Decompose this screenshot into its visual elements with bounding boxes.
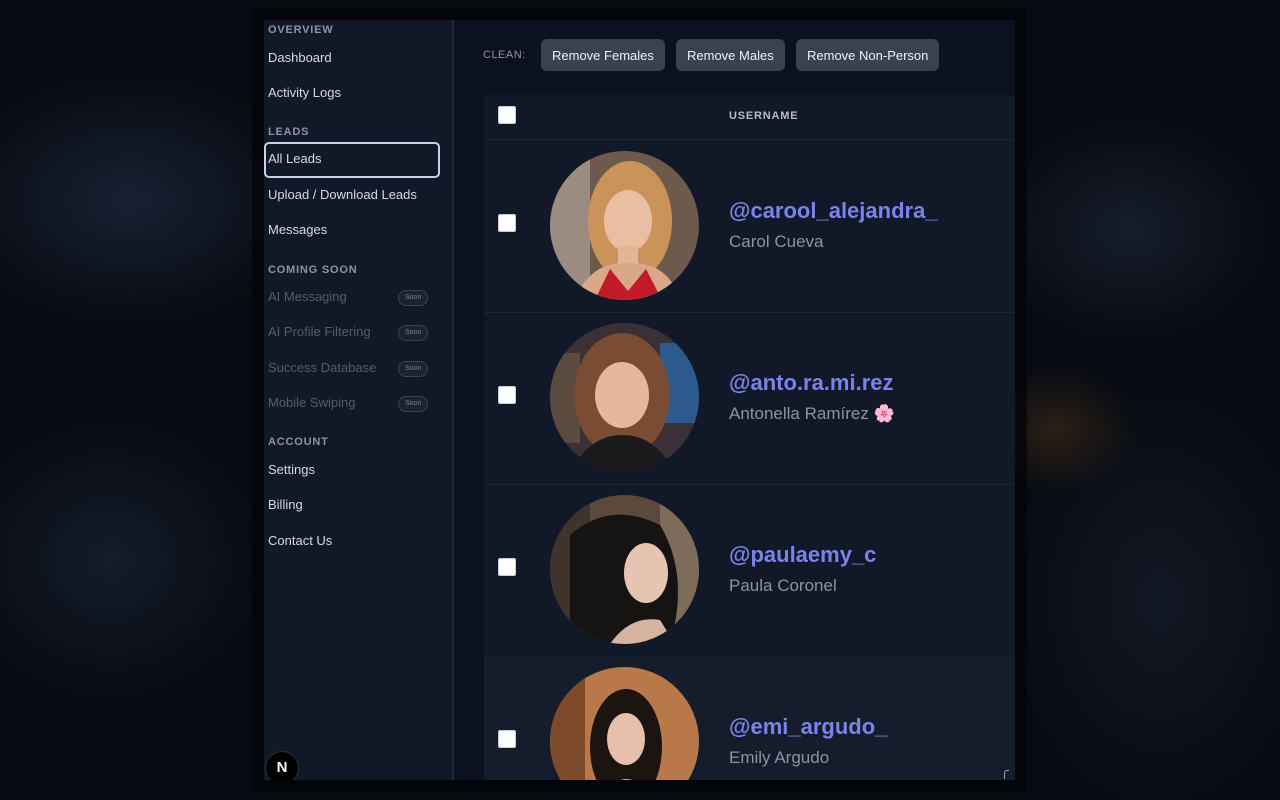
sidebar-item-settings[interactable]: Settings xyxy=(264,453,440,487)
table-row[interactable]: @carool_alejandra_ Carol Cueva xyxy=(484,140,1015,313)
lead-fullname: Carol Cueva xyxy=(729,232,824,251)
sidebar-item-ai-profile-filtering: AI Profile Filtering Soon xyxy=(264,315,440,349)
sidebar-item-contact-us[interactable]: Contact Us xyxy=(264,524,440,558)
remove-females-button[interactable]: Remove Females xyxy=(541,39,665,71)
sidebar-item-upload-download-leads[interactable]: Upload / Download Leads xyxy=(264,178,440,212)
avatar xyxy=(550,323,699,472)
lead-fullname: Antonella Ramírez 🌸 xyxy=(729,404,895,423)
sidebar-item-success-database: Success Database Soon xyxy=(264,351,440,385)
column-header-username: USERNAME xyxy=(729,110,799,122)
table-row[interactable]: @paulaemy_c Paula Coronel xyxy=(484,484,1015,657)
table-row[interactable]: @emi_argudo_ Emily Argudo xyxy=(484,656,1015,780)
sidebar-item-messages[interactable]: Messages xyxy=(264,213,440,247)
lead-fullname: Emily Argudo xyxy=(729,748,830,767)
sidebar-item-dashboard[interactable]: Dashboard xyxy=(264,41,440,75)
table-row[interactable]: @anto.ra.mi.rez Antonella Ramírez 🌸 xyxy=(484,312,1015,485)
select-all-checkbox[interactable] xyxy=(498,106,516,124)
main-content: CLEAN: Remove Females Remove Males Remov… xyxy=(454,20,1015,780)
soon-badge: Soon xyxy=(398,325,429,341)
avatar xyxy=(550,151,699,300)
lead-username[interactable]: @carool_alejandra_ xyxy=(729,198,938,224)
soon-badge: Soon xyxy=(398,290,429,306)
sidebar-item-activity-logs[interactable]: Activity Logs xyxy=(264,76,440,110)
sidebar-item-mobile-swiping: Mobile Swiping Soon xyxy=(264,386,440,420)
sidebar-item-ai-messaging: AI Messaging Soon xyxy=(264,280,440,314)
avatar xyxy=(550,495,699,644)
section-overview: OVERVIEW xyxy=(268,24,334,36)
nextjs-logo-icon[interactable]: N xyxy=(265,751,299,780)
row-checkbox[interactable] xyxy=(498,558,516,576)
lead-fullname: Paula Coronel xyxy=(729,576,837,595)
section-leads: LEADS xyxy=(268,126,310,138)
remove-males-button[interactable]: Remove Males xyxy=(676,39,785,71)
avatar xyxy=(550,667,699,780)
row-checkbox[interactable] xyxy=(498,386,516,404)
leads-table: USERNAME @carool_alejandra_ Carol Cueva … xyxy=(484,95,1015,780)
scrollbar-indicator[interactable] xyxy=(1004,770,1009,779)
sidebar-item-label: AI Messaging xyxy=(268,289,347,304)
table-header: USERNAME xyxy=(484,95,1015,140)
row-checkbox[interactable] xyxy=(498,730,516,748)
soon-badge: Soon xyxy=(398,361,429,377)
sidebar-item-all-leads[interactable]: All Leads xyxy=(264,142,440,178)
app-window: OVERVIEW Dashboard Activity Logs LEADS A… xyxy=(264,20,1015,780)
lead-username[interactable]: @anto.ra.mi.rez xyxy=(729,370,894,396)
clean-label: CLEAN: xyxy=(483,49,526,61)
lead-username[interactable]: @paulaemy_c xyxy=(729,542,876,568)
sidebar-item-label: Mobile Swiping xyxy=(268,395,356,410)
section-coming-soon: COMING SOON xyxy=(268,264,358,276)
remove-non-person-button[interactable]: Remove Non-Person xyxy=(796,39,940,71)
lead-username[interactable]: @emi_argudo_ xyxy=(729,714,887,740)
sidebar-item-label: AI Profile Filtering xyxy=(268,324,371,339)
sidebar-item-billing[interactable]: Billing xyxy=(264,488,440,522)
sidebar-item-label: Success Database xyxy=(268,360,377,375)
section-account: ACCOUNT xyxy=(268,436,329,448)
sidebar: OVERVIEW Dashboard Activity Logs LEADS A… xyxy=(264,20,454,780)
soon-badge: Soon xyxy=(398,396,429,412)
row-checkbox[interactable] xyxy=(498,214,516,232)
